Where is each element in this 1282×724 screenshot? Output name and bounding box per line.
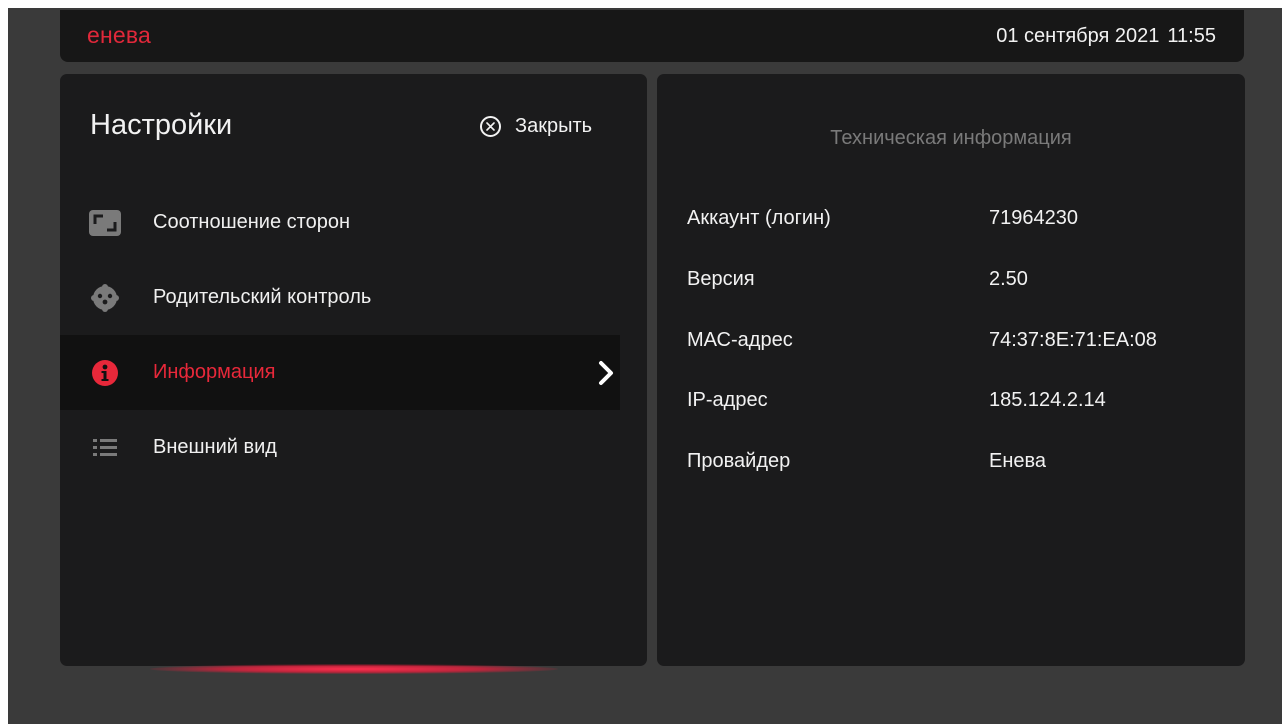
- close-icon: [480, 115, 501, 137]
- tech-info-panel: Техническая информация Аккаунт (логин) 7…: [657, 74, 1245, 666]
- menu-item-information[interactable]: Информация: [60, 335, 620, 410]
- info-label: Провайдер: [687, 450, 791, 472]
- brand-logo: енева: [87, 22, 152, 48]
- menu-item-appearance[interactable]: Внешний вид: [60, 410, 647, 485]
- top-border: [0, 0, 1282, 8]
- info-value: 2.50: [989, 268, 1028, 290]
- menu-item-aspect-ratio[interactable]: Соотношение сторон: [60, 185, 647, 260]
- list-icon: [89, 432, 121, 464]
- date-text: 01 сентября 2021: [996, 25, 1160, 47]
- info-value: 74:37:8E:71:EA:08: [989, 329, 1157, 351]
- close-label: Закрыть: [515, 114, 593, 137]
- info-label: Аккаунт (логин): [687, 207, 831, 229]
- info-icon: [89, 357, 121, 389]
- menu-item-parental-control[interactable]: Родительский контроль: [60, 260, 647, 335]
- info-value: Енева: [989, 450, 1047, 472]
- time-text: 11:55: [1167, 25, 1216, 47]
- aspect-ratio-icon: [89, 207, 121, 239]
- menu-label-appearance: Внешний вид: [153, 436, 277, 458]
- info-value: 71964230: [989, 207, 1078, 229]
- info-label: Версия: [687, 268, 755, 290]
- settings-panel: Настройки Закрыть Соотношение сторон Род…: [60, 74, 647, 666]
- menu-label-aspect-ratio: Соотношение сторон: [153, 211, 350, 233]
- menu-label-parental-control: Родительский контроль: [153, 286, 372, 308]
- top-bar: енева 01 сентября 2021 11:55: [60, 10, 1244, 62]
- close-button[interactable]: Закрыть: [480, 112, 592, 140]
- focus-glow: [150, 664, 558, 674]
- menu-label-information: Информация: [153, 361, 276, 383]
- parental-control-icon: [89, 282, 121, 314]
- info-value: 185.124.2.14: [989, 389, 1106, 411]
- settings-title: Настройки: [90, 109, 233, 141]
- info-label: IP-адрес: [687, 389, 768, 411]
- info-label: МАС-адрес: [687, 329, 793, 351]
- tech-info-title: Техническая информация: [830, 127, 1072, 149]
- date-time: 01 сентября 2021 11:55: [996, 25, 1216, 48]
- settings-menu: Соотношение сторон Родительский контроль: [60, 185, 647, 485]
- left-border: [0, 0, 8, 724]
- chevron-right-icon: [597, 360, 615, 391]
